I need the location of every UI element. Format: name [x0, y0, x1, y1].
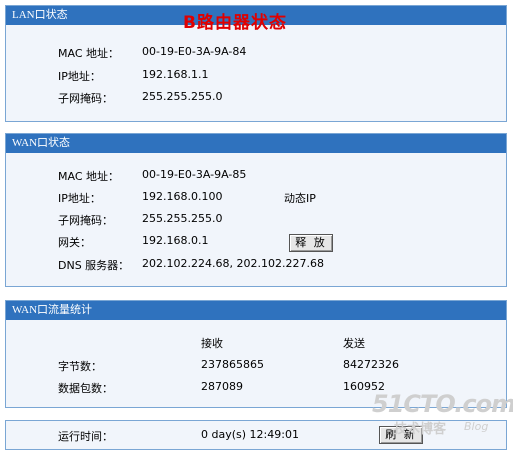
wan-dns-value: 202.102.224.68, 202.102.227.68: [142, 257, 324, 270]
wan-ip-mode: 动态IP: [284, 192, 316, 205]
wan-ip-label: IP地址：: [58, 192, 101, 205]
lan-mask-value: 255.255.255.0: [142, 90, 223, 103]
traffic-row-receive: 287089: [201, 380, 243, 393]
wan-mac-label: MAC 地址：: [58, 170, 119, 183]
lan-mac-value: 00-19-E0-3A-9A-84: [142, 45, 247, 58]
wan-mac-value: 00-19-E0-3A-9A-85: [142, 168, 247, 181]
wan-status-header: WAN口状态: [6, 134, 506, 153]
wan-status-panel: WAN口状态 MAC 地址： 00-19-E0-3A-9A-85 IP地址： 1…: [5, 133, 507, 287]
wan-mask-label: 子网掩码：: [58, 214, 113, 227]
wan-dns-label: DNS 服务器：: [58, 259, 130, 272]
wan-gateway-value: 192.168.0.1: [142, 234, 209, 247]
lan-mask-label: 子网掩码：: [58, 92, 113, 105]
wan-gateway-label: 网关：: [58, 236, 91, 249]
wan-traffic-panel: WAN口流量统计 接收 发送 字节数： 237865865 84272326 数…: [5, 300, 507, 408]
wan-ip-value: 192.168.0.100: [142, 190, 223, 203]
traffic-col-send: 发送: [343, 337, 365, 350]
lan-mac-label: MAC 地址：: [58, 47, 119, 60]
wan-traffic-header: WAN口流量统计: [6, 301, 506, 320]
lan-ip-value: 192.168.1.1: [142, 68, 209, 81]
runtime-value: 0 day(s) 12:49:01: [201, 428, 299, 441]
runtime-label: 运行时间：: [58, 430, 113, 443]
refresh-button[interactable]: 刷 新: [379, 426, 423, 444]
traffic-row-receive: 237865865: [201, 358, 264, 371]
release-button[interactable]: 释 放: [289, 234, 333, 252]
traffic-row-label: 字节数：: [58, 360, 102, 373]
router-b-annotation: B路由器状态: [183, 13, 287, 33]
runtime-panel: 运行时间： 0 day(s) 12:49:01 刷 新: [5, 420, 507, 450]
traffic-row-label: 数据包数：: [58, 382, 113, 395]
traffic-row-send: 160952: [343, 380, 385, 393]
traffic-row-send: 84272326: [343, 358, 399, 371]
lan-ip-label: IP地址：: [58, 70, 101, 83]
wan-mask-value: 255.255.255.0: [142, 212, 223, 225]
traffic-col-receive: 接收: [201, 337, 223, 350]
